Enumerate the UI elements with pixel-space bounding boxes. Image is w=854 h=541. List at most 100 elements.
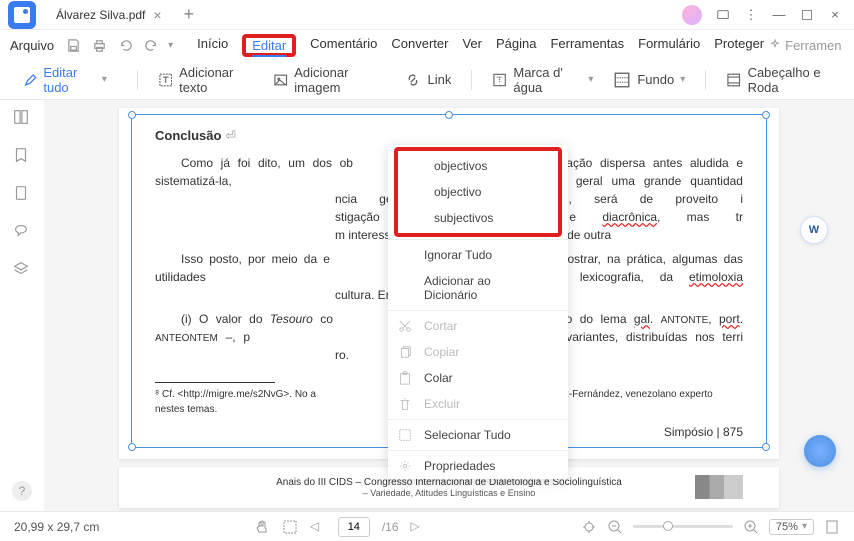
add-text-button[interactable]: Adicionar texto [158, 65, 253, 95]
left-sidebar: ? [0, 100, 44, 511]
paste-item[interactable]: Colar [388, 365, 568, 391]
thumbnails-icon[interactable] [12, 108, 32, 128]
highlight-suggestions: objectivos objectivo subjectivos [394, 147, 562, 237]
paste-icon [398, 371, 412, 385]
add-image-button[interactable]: Adicionar imagem [273, 65, 384, 95]
tab-editar[interactable]: Editar [252, 36, 286, 57]
maximize-icon[interactable] [800, 8, 814, 22]
prev-page-icon[interactable]: ◁ [310, 519, 326, 535]
text-icon [158, 71, 173, 89]
tab-proteger[interactable]: Proteger [714, 34, 764, 57]
select-all-icon [398, 428, 412, 442]
tab-pagina[interactable]: Página [496, 34, 536, 57]
link-button[interactable]: Link [404, 71, 452, 89]
resize-handle[interactable] [762, 443, 770, 451]
add-tab-icon[interactable]: + [184, 4, 195, 25]
tab-title: Álvarez Silva.pdf [56, 8, 145, 22]
edit-toolbar: Editar tudo ▾ Adicionar texto Adicionar … [0, 60, 854, 100]
user-avatar[interactable] [682, 5, 702, 25]
page-number-input[interactable] [338, 517, 370, 537]
select-tool-icon[interactable] [282, 519, 298, 535]
qa-chevron-icon[interactable]: ▾ [168, 40, 173, 51]
resize-handle[interactable] [762, 111, 770, 119]
page-total: /16 [382, 520, 399, 534]
menubar-right: Ferramen [768, 38, 854, 53]
status-right: 75%▾ [581, 519, 840, 535]
export-word-button[interactable]: W [800, 216, 828, 244]
tab-inicio[interactable]: Início [197, 34, 228, 57]
menubar: Arquivo ▾ Início Editar Comentário Conve… [0, 30, 854, 60]
minimize-icon[interactable]: — [772, 8, 786, 22]
watermark-icon [492, 71, 507, 89]
background-label: Fundo [637, 72, 674, 87]
tab-comentario[interactable]: Comentário [310, 34, 377, 57]
document-tab[interactable]: Álvarez Silva.pdf × [44, 1, 174, 29]
resize-handle[interactable] [128, 111, 136, 119]
separator [137, 70, 138, 90]
select-all-item[interactable]: Selecionar Tudo [388, 422, 568, 448]
undo-icon[interactable] [116, 36, 134, 54]
suggestion-item[interactable]: objectivo [398, 179, 558, 205]
cut-item[interactable]: Cortar [388, 313, 568, 339]
tab-formulario[interactable]: Formulário [638, 34, 700, 57]
ribbon-tabs: Início Editar Comentário Converter Ver P… [197, 34, 764, 57]
feedback-icon[interactable] [716, 8, 730, 22]
menu-file[interactable]: Arquivo [10, 38, 54, 53]
background-icon [613, 71, 631, 89]
chevron-down-icon: ▾ [588, 74, 593, 85]
ignore-all-item[interactable]: Ignorar Tudo [388, 242, 568, 268]
tab-ferramentas[interactable]: Ferramentas [550, 34, 624, 57]
edit-all-button[interactable]: Editar tudo ▾ [14, 61, 117, 99]
chevron-down-icon: ▾ [102, 74, 107, 85]
tab-ver[interactable]: Ver [462, 34, 482, 57]
tab-converter[interactable]: Converter [391, 34, 448, 57]
pencil-icon [24, 72, 37, 88]
add-to-dictionary-item[interactable]: Adicionar ao Dicionário [388, 268, 568, 308]
close-tab-icon[interactable]: × [153, 7, 161, 23]
copy-item[interactable]: Copiar [388, 339, 568, 365]
resize-handle[interactable] [128, 443, 136, 451]
print-icon[interactable] [90, 36, 108, 54]
trash-icon [398, 397, 412, 411]
zoom-level-dropdown[interactable]: 75%▾ [769, 519, 814, 535]
zoom-slider-thumb[interactable] [663, 521, 673, 531]
spellcheck-context-menu: objectivos objectivo subjectivos Ignorar… [388, 145, 568, 479]
add-image-label: Adicionar imagem [294, 65, 383, 95]
suggestion-item[interactable]: objectivos [398, 153, 558, 179]
layers-icon[interactable] [12, 260, 32, 280]
header-footer-button[interactable]: Cabeçalho e Roda [726, 65, 840, 95]
view-mode-icon[interactable] [824, 519, 840, 535]
fit-width-icon[interactable] [581, 519, 597, 535]
separator [388, 419, 568, 420]
redo-icon[interactable] [142, 36, 160, 54]
next-page-icon[interactable]: ▷ [411, 519, 427, 535]
suggestion-item[interactable]: subjectivos [398, 205, 558, 231]
header-footer-label: Cabeçalho e Roda [748, 65, 840, 95]
attachments-icon[interactable] [12, 184, 32, 204]
image-icon [273, 71, 288, 89]
watermark-button[interactable]: Marca d' água ▾ [492, 65, 593, 95]
hand-tool-icon[interactable] [254, 519, 270, 535]
zoom-slider[interactable] [633, 525, 733, 528]
ai-tools-icon[interactable]: Ferramen [768, 38, 841, 53]
copy-icon [398, 345, 412, 359]
close-window-icon[interactable]: × [828, 8, 842, 22]
watermark-label: Marca d' água [513, 65, 582, 95]
zoom-in-icon[interactable] [743, 519, 759, 535]
header-footer-icon [726, 71, 741, 89]
help-icon[interactable]: ? [12, 481, 32, 501]
properties-item[interactable]: Propriedades [388, 453, 568, 479]
save-icon[interactable] [64, 36, 82, 54]
edit-all-label: Editar tudo [43, 65, 96, 95]
link-label: Link [428, 72, 452, 87]
background-button[interactable]: Fundo ▾ [613, 71, 685, 89]
separator [705, 70, 706, 90]
ai-assistant-button[interactable] [804, 435, 836, 467]
comments-icon[interactable] [12, 222, 32, 242]
delete-item[interactable]: Excluir [388, 391, 568, 417]
resize-handle[interactable] [445, 111, 453, 119]
more-icon[interactable]: ⋮ [744, 8, 758, 22]
bookmarks-icon[interactable] [12, 146, 32, 166]
zoom-out-icon[interactable] [607, 519, 623, 535]
link-icon [404, 71, 422, 89]
